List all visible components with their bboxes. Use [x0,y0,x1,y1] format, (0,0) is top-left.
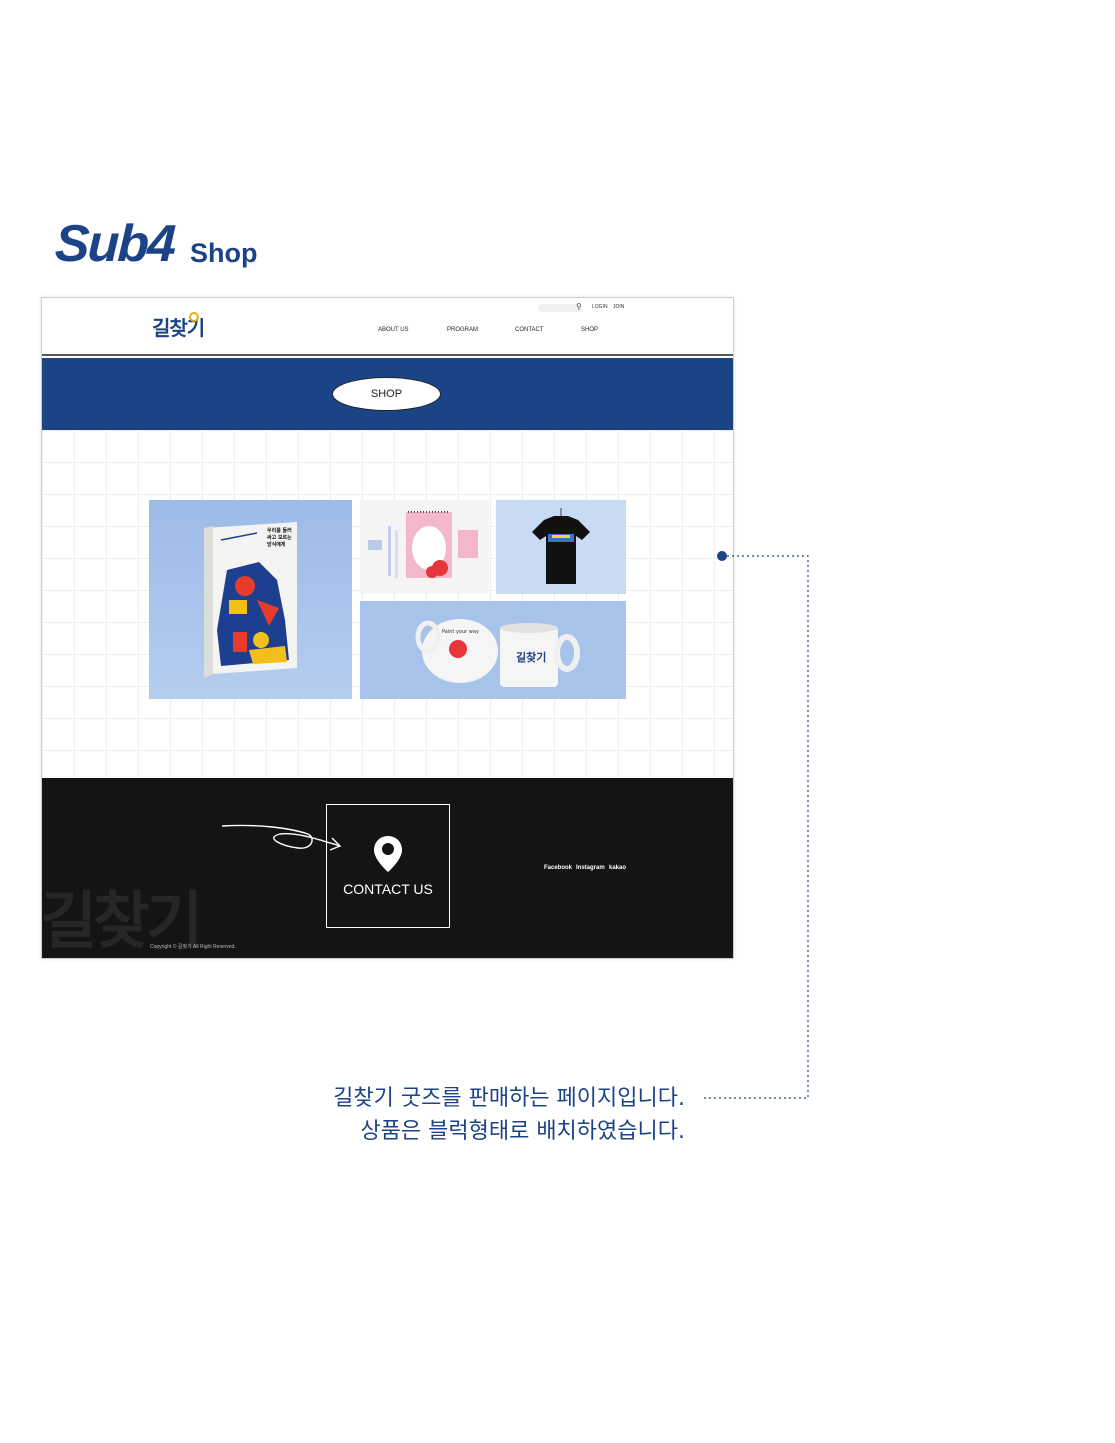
login-link[interactable]: LOGIN [592,304,608,310]
product-book[interactable]: 우리를 둘러싸고 모르는 방식에게 [149,500,352,699]
annotation-line-1: 길찾기 굿즈를 판매하는 페이지입니다. [333,1086,685,1111]
product-mugs[interactable]: 길찾기 Paint your way [360,601,626,699]
section-subtitle: Shop [190,238,258,268]
nav-shop[interactable]: SHOP [581,327,598,333]
nav-contact[interactable]: CONTACT [515,327,544,333]
nav-program[interactable]: PROGRAM [447,327,478,333]
annotation-line-2: 상품은 블럭형태로 배치하였습니다. [360,1119,685,1144]
mug-text: Paint your way [442,629,479,635]
product-tshirt[interactable] [496,500,626,594]
location-pin-icon [374,836,402,872]
annotation-text: 길찾기 굿즈를 판매하는 페이지입니다. 상품은 블럭형태로 배치하였습니다. [333,1082,685,1148]
banner-label: SHOP [332,377,441,411]
search-icon[interactable]: ⚲ [576,302,582,311]
copyright-text: Copyright © 길찾기 All Right Reserved. [150,944,236,950]
section-title: Sub4 [53,215,176,273]
page-banner: SHOP [42,358,733,430]
join-link[interactable]: JOIN [613,304,624,310]
svg-text:길찾기: 길찾기 [516,650,546,664]
kakao-link[interactable]: kakao [609,865,626,871]
instagram-link[interactable]: Instagram [576,865,605,871]
product-stationery[interactable] [360,500,489,594]
site-header: 길찾기 ⚲ LOGIN JOIN ABOUT US PROGRAM CONTAC… [42,298,733,356]
book-cover-text: 우리를 둘러싸고 모르는 방식에게 [267,528,292,548]
site-mockup: 길찾기 ⚲ LOGIN JOIN ABOUT US PROGRAM CONTAC… [41,297,734,959]
site-footer: 길찾기 CONTACT US Facebook Instagram kakao … [42,778,733,958]
nav-about-us[interactable]: ABOUT US [378,327,409,333]
annotation-dot-icon [717,551,727,561]
contact-us-button[interactable]: CONTACT US [326,804,450,928]
contact-us-label: CONTACT US [343,881,433,897]
facebook-link[interactable]: Facebook [544,865,572,871]
product-area: 우리를 둘러싸고 모르는 방식에게 길찾기 Paint your way [42,430,733,778]
annotation-connector [702,551,809,1099]
logo-pin-icon [189,312,199,322]
